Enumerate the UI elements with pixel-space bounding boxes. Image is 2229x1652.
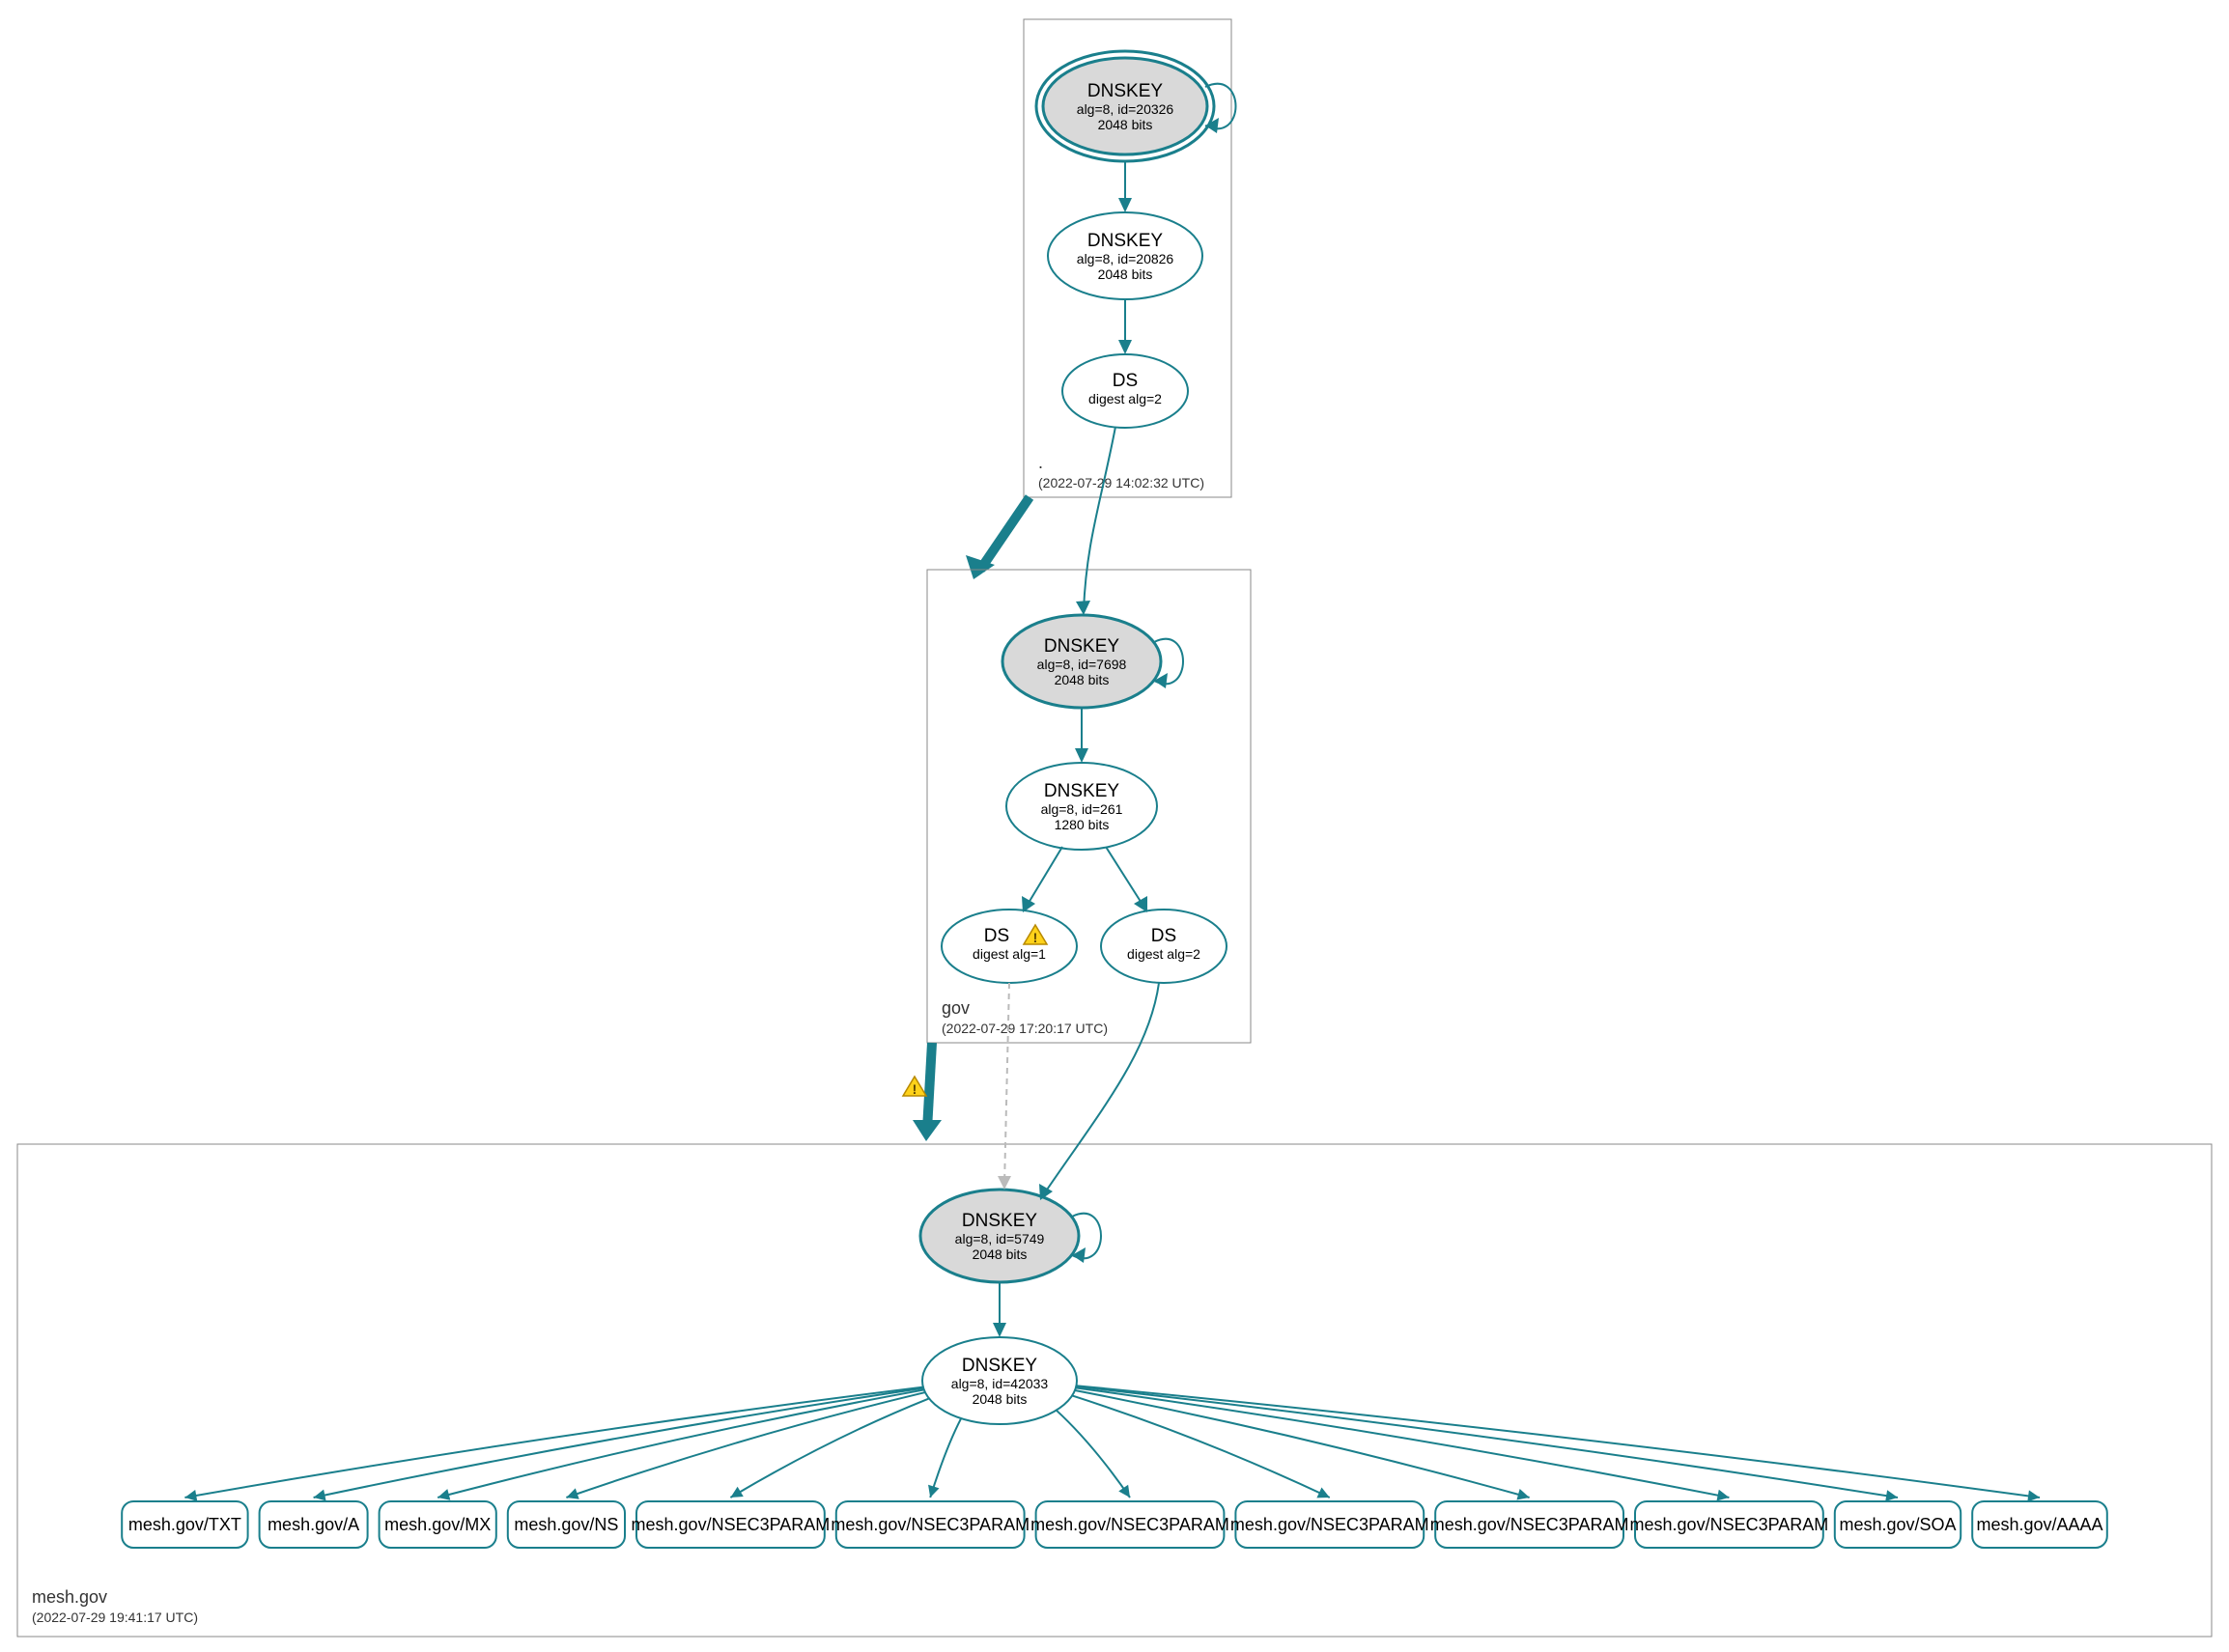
svg-text:!: ! — [1033, 930, 1038, 945]
svg-text:2048 bits: 2048 bits — [973, 1246, 1028, 1262]
svg-text:!: ! — [913, 1081, 917, 1097]
svg-text:alg=8, id=5749: alg=8, id=5749 — [955, 1231, 1045, 1246]
rrset-label: mesh.gov/TXT — [128, 1515, 241, 1534]
root-zsk-node: DNSKEY alg=8, id=20826 2048 bits — [1048, 212, 1202, 299]
gov-zsk-node: DNSKEY alg=8, id=261 1280 bits — [1006, 763, 1157, 850]
svg-text:DNSKEY: DNSKEY — [962, 1356, 1037, 1376]
zone-timestamp-gov: (2022-07-29 17:20:17 UTC) — [942, 1021, 1108, 1036]
edge-gov-ds2-mesh-ksk — [1043, 983, 1159, 1195]
delegation-root-gov — [980, 497, 1030, 570]
svg-text:alg=8, id=7698: alg=8, id=7698 — [1037, 657, 1127, 672]
gov-ds2-node: DS digest alg=2 — [1101, 910, 1227, 983]
svg-text:DS: DS — [1113, 371, 1138, 391]
rrset-label: mesh.gov/NSEC3PARAM — [1630, 1515, 1829, 1534]
edge-mesh-zsk-rrset — [1076, 1387, 1729, 1498]
svg-text:alg=8, id=20826: alg=8, id=20826 — [1077, 251, 1174, 266]
rrset-label: mesh.gov/SOA — [1839, 1515, 1956, 1534]
edge-root-ds-gov-ksk — [1084, 427, 1115, 610]
svg-text:2048 bits: 2048 bits — [973, 1391, 1028, 1407]
svg-text:DS: DS — [984, 926, 1009, 946]
svg-text:DS: DS — [1151, 926, 1176, 946]
svg-text:digest alg=1: digest alg=1 — [973, 946, 1046, 962]
root-ds-node: DS digest alg=2 — [1062, 354, 1188, 428]
svg-text:alg=8, id=261: alg=8, id=261 — [1041, 801, 1123, 817]
svg-text:2048 bits: 2048 bits — [1098, 117, 1153, 132]
rrset-label: mesh.gov/NSEC3PARAM — [831, 1515, 1030, 1534]
edge-mesh-zsk-rrset — [184, 1387, 922, 1498]
svg-text:DNSKEY: DNSKEY — [1044, 781, 1119, 801]
dnssec-auth-graph: . (2022-07-29 14:02:32 UTC) DNSKEY alg=8… — [0, 0, 2229, 1652]
zone-label-mesh: mesh.gov — [32, 1587, 107, 1607]
rrset-label: mesh.gov/A — [268, 1515, 359, 1534]
svg-text:alg=8, id=20326: alg=8, id=20326 — [1077, 101, 1174, 117]
edge-gov-zsk-ds2 — [1106, 847, 1144, 908]
rrset-label: mesh.gov/NSEC3PARAM — [632, 1515, 831, 1534]
rrset-label: mesh.gov/NSEC3PARAM — [1030, 1515, 1229, 1534]
rrset-label: mesh.gov/NS — [514, 1515, 618, 1534]
gov-ksk-node: DNSKEY alg=8, id=7698 2048 bits — [1002, 615, 1161, 708]
zone-timestamp-mesh: (2022-07-29 19:41:17 UTC) — [32, 1610, 198, 1625]
delegation-gov-mesh — [927, 1043, 932, 1130]
rrset-label: mesh.gov/AAAA — [1976, 1515, 2102, 1534]
zone-label-gov: gov — [942, 998, 970, 1018]
gov-ds1-node: DS digest alg=1 ! — [942, 910, 1077, 983]
edge-mesh-zsk-rrset — [566, 1392, 925, 1498]
edge-mesh-zsk-rrset — [1057, 1411, 1130, 1498]
svg-text:DNSKEY: DNSKEY — [1087, 231, 1163, 251]
svg-text:DNSKEY: DNSKEY — [962, 1211, 1037, 1231]
rrset-label: mesh.gov/NSEC3PARAM — [1430, 1515, 1629, 1534]
svg-text:1280 bits: 1280 bits — [1055, 817, 1110, 832]
rrset-label: mesh.gov/MX — [384, 1515, 491, 1534]
edge-mesh-zsk-rrset — [1075, 1390, 1530, 1498]
svg-text:2048 bits: 2048 bits — [1055, 672, 1110, 687]
edge-mesh-zsk-rrset — [930, 1418, 961, 1498]
svg-text:alg=8, id=42033: alg=8, id=42033 — [951, 1376, 1049, 1391]
root-ksk-node: DNSKEY alg=8, id=20326 2048 bits — [1036, 51, 1214, 161]
rrset-label: mesh.gov/NSEC3PARAM — [1230, 1515, 1429, 1534]
zone-label-root: . — [1038, 453, 1043, 472]
svg-text:digest alg=2: digest alg=2 — [1088, 391, 1162, 406]
edge-gov-zsk-ds1 — [1026, 847, 1062, 908]
svg-text:DNSKEY: DNSKEY — [1044, 636, 1119, 657]
edge-gov-ds1-mesh-ksk — [1004, 983, 1009, 1186]
svg-text:digest alg=2: digest alg=2 — [1127, 946, 1200, 962]
svg-text:2048 bits: 2048 bits — [1098, 266, 1153, 282]
warning-icon: ! — [903, 1077, 926, 1097]
mesh-ksk-node: DNSKEY alg=8, id=5749 2048 bits — [920, 1190, 1079, 1282]
svg-text:DNSKEY: DNSKEY — [1087, 81, 1163, 101]
mesh-zsk-node: DNSKEY alg=8, id=42033 2048 bits — [922, 1337, 1077, 1424]
zone-timestamp-root: (2022-07-29 14:02:32 UTC) — [1038, 475, 1204, 490]
